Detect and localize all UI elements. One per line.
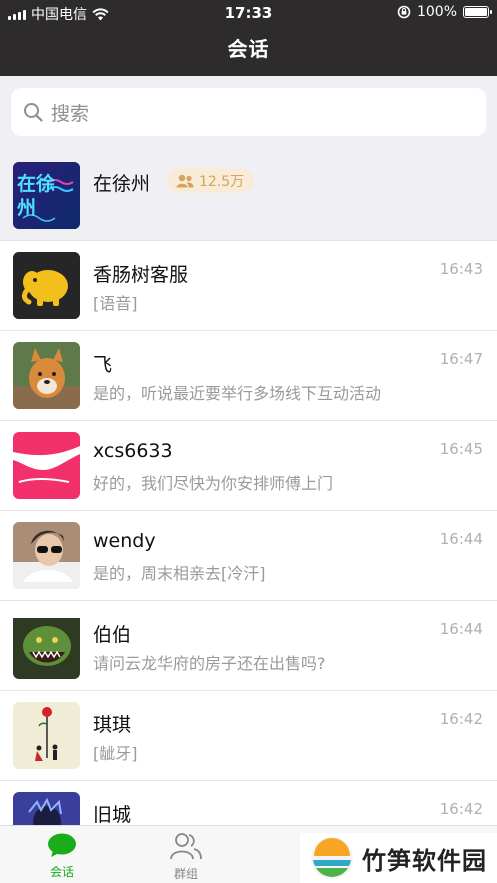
member-count-badge: 12.5万 bbox=[167, 168, 255, 193]
message-preview: 是的，听说最近要举行多场线下互动活动 bbox=[93, 384, 382, 403]
avatar bbox=[13, 252, 80, 319]
message-time: 16:42 bbox=[439, 800, 483, 818]
message-preview: 好的，我们尽快为你安排师傅上门 bbox=[93, 474, 334, 493]
search-input[interactable]: 搜索 bbox=[11, 88, 486, 136]
contact-name: 伯伯 bbox=[93, 624, 132, 646]
group-name: 在徐州 bbox=[93, 173, 151, 195]
page-title: 会话 bbox=[227, 37, 270, 61]
tab-label: 会话 bbox=[49, 865, 74, 879]
watermark-logo bbox=[311, 837, 353, 879]
watermark-text: 竹笋软件园 bbox=[362, 846, 487, 875]
message-time: 16:42 bbox=[439, 710, 483, 728]
avatar bbox=[13, 522, 80, 589]
group-row[interactable]: 在徐州 在徐州 12.5万 bbox=[0, 150, 497, 240]
message-preview: [龇牙] bbox=[93, 744, 138, 763]
member-count: 12.5万 bbox=[199, 173, 245, 190]
message-preview: 是的，周末相亲去[冷汗] bbox=[93, 564, 266, 583]
status-right: 100% bbox=[397, 4, 492, 20]
contact-name: 琪琪 bbox=[93, 714, 132, 736]
conversation-row[interactable]: 琪琪 16:42 [龇牙] bbox=[0, 690, 497, 780]
message-time: 16:44 bbox=[439, 620, 483, 638]
conversation-row[interactable]: 飞 16:47 是的，听说最近要举行多场线下互动活动 bbox=[0, 330, 497, 420]
group-avatar-text: 在徐州 bbox=[17, 173, 56, 219]
message-preview: [语音] bbox=[93, 294, 138, 313]
top-header: 中国电信 17:33 100% 会话 bbox=[0, 0, 497, 76]
avatar bbox=[13, 702, 80, 769]
chat-bubble-icon bbox=[48, 833, 76, 857]
rotation-lock-icon bbox=[397, 5, 411, 19]
search-area: 搜索 bbox=[0, 76, 497, 150]
contact-name: wendy bbox=[93, 530, 156, 552]
message-time: 16:43 bbox=[439, 260, 483, 278]
contact-name: xcs6633 bbox=[93, 440, 173, 462]
contact-name: 飞 bbox=[93, 354, 113, 376]
conversation-row[interactable]: 伯伯 16:44 请问云龙华府的房子还在出售吗? bbox=[0, 600, 497, 690]
group-avatar: 在徐州 bbox=[13, 162, 80, 229]
message-time: 16:47 bbox=[439, 350, 483, 368]
message-time: 16:44 bbox=[439, 530, 483, 548]
battery-icon bbox=[463, 6, 492, 18]
contact-name: 旧城 bbox=[93, 804, 132, 826]
people-icon bbox=[176, 174, 194, 187]
message-preview: 请问云龙华府的房子还在出售吗? bbox=[93, 654, 326, 673]
search-placeholder: 搜索 bbox=[51, 102, 90, 125]
tab-label: 群组 bbox=[173, 867, 198, 881]
people-icon bbox=[170, 833, 202, 860]
message-time: 16:45 bbox=[439, 440, 483, 458]
battery-percent: 100% bbox=[416, 4, 457, 20]
avatar bbox=[13, 432, 80, 499]
tab-conversations[interactable]: 会话 bbox=[22, 832, 102, 880]
avatar bbox=[13, 342, 80, 409]
conversation-row[interactable]: 香肠树客服 16:43 [语音] bbox=[0, 240, 497, 330]
search-icon bbox=[24, 103, 43, 122]
conversation-row[interactable]: wendy 16:44 是的，周末相亲去[冷汗] bbox=[0, 510, 497, 600]
tab-groups[interactable]: 群组 bbox=[146, 832, 226, 882]
contact-name: 香肠树客服 bbox=[93, 264, 189, 286]
conversation-list: 香肠树客服 16:43 [语音] 飞 16:47 是的，听说最近要举行多场线下互… bbox=[0, 240, 497, 870]
avatar bbox=[13, 612, 80, 679]
watermark: 竹笋软件园 bbox=[300, 833, 497, 883]
conversation-row[interactable]: xcs6633 16:45 好的，我们尽快为你安排师傅上门 bbox=[0, 420, 497, 510]
status-bar: 中国电信 17:33 100% bbox=[0, 0, 497, 26]
